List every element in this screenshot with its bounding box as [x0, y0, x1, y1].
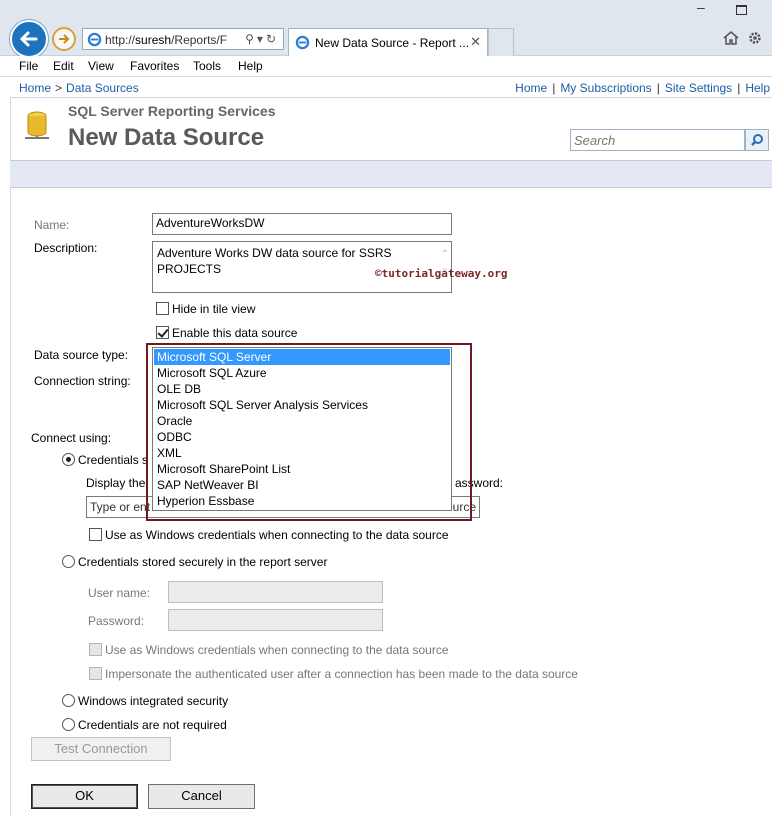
- cred-stored-radio[interactable]: [62, 555, 75, 568]
- menu-bar: File Edit View Favorites Tools Help: [0, 56, 772, 77]
- name-input[interactable]: AdventureWorksDW: [152, 213, 452, 235]
- windows-integrated-radio[interactable]: [62, 694, 75, 707]
- back-arrow-icon: [19, 31, 38, 47]
- use-windows-disabled-label: Use as Windows credentials when connecti…: [105, 643, 449, 657]
- menu-edit[interactable]: Edit: [53, 59, 74, 73]
- link-home[interactable]: Home: [515, 81, 547, 95]
- breadcrumb-bar: Home > Data Sources Home | My Subscriptions |…: [10, 78, 772, 98]
- search-icon[interactable]: ⚲: [245, 32, 257, 46]
- impersonate-label: Impersonate the authenticated user after…: [105, 667, 578, 681]
- link-my-subscriptions[interactable]: My Subscriptions: [560, 81, 651, 95]
- watermark: ©tutorialgateway.org: [375, 267, 508, 280]
- connect-using-label: Connect using:: [31, 431, 112, 445]
- menu-file[interactable]: File: [19, 59, 38, 73]
- data-source-type-label: Data source type:: [34, 348, 129, 362]
- address-bar[interactable]: http://suresh/Reports/F ⚲▾↻: [82, 28, 284, 50]
- password-input[interactable]: [168, 609, 383, 631]
- breadcrumb-home[interactable]: Home: [19, 81, 51, 95]
- not-required-radio[interactable]: [62, 718, 75, 731]
- url-text: http://suresh/Reports/F: [105, 33, 228, 47]
- link-site-settings[interactable]: Site Settings: [665, 81, 732, 95]
- forward-arrow-icon: [59, 34, 70, 44]
- maximize-icon[interactable]: [736, 5, 747, 15]
- hide-tile-checkbox[interactable]: [156, 302, 169, 315]
- minimize-icon[interactable]: –: [697, 0, 709, 14]
- left-rule: [10, 188, 11, 816]
- menu-help[interactable]: Help: [238, 59, 263, 73]
- name-label: Name:: [34, 218, 70, 232]
- password-label: Password:: [88, 614, 145, 628]
- toolbar-band: [10, 160, 772, 188]
- tab-title: New Data Source - Report ...: [315, 36, 470, 50]
- use-windows-checkbox[interactable]: [89, 528, 102, 541]
- menu-favorites[interactable]: Favorites: [130, 59, 179, 73]
- browser-chrome: http://suresh/Reports/F ⚲▾↻ New Data Sou…: [0, 0, 772, 58]
- top-links: Home | My Subscriptions | Site Settings | Help: [515, 81, 770, 95]
- cred-supplied-label: Credentials s: [78, 453, 149, 467]
- menu-view[interactable]: View: [88, 59, 114, 73]
- database-icon: [25, 111, 49, 139]
- ie-icon: [87, 32, 102, 47]
- cancel-button[interactable]: Cancel: [148, 784, 255, 809]
- search-button[interactable]: [745, 129, 769, 151]
- breadcrumb-separator: >: [55, 81, 63, 95]
- breadcrumb: Home > Data Sources: [19, 81, 139, 95]
- page-title: New Data Source: [68, 124, 265, 151]
- address-controls[interactable]: ⚲▾↻: [245, 32, 279, 46]
- test-connection-button[interactable]: Test Connection: [31, 737, 171, 761]
- cred-supplied-radio[interactable]: [62, 453, 75, 466]
- description-label: Description:: [34, 241, 98, 255]
- username-input[interactable]: [168, 581, 383, 603]
- ie-icon: [295, 35, 310, 50]
- not-required-label: Credentials are not required: [78, 718, 227, 732]
- menu-tools[interactable]: Tools: [193, 59, 221, 73]
- description-text: Adventure Works DW data source for SSRS …: [157, 246, 392, 276]
- search-input[interactable]: Search: [570, 129, 745, 151]
- connection-string-label: Connection string:: [34, 374, 131, 388]
- use-windows-label: Use as Windows credentials when connecti…: [105, 528, 449, 542]
- link-help[interactable]: Help: [745, 81, 770, 95]
- annotation-highlight-box: [146, 343, 472, 521]
- impersonate-checkbox[interactable]: [89, 667, 102, 680]
- enable-label: Enable this data source: [172, 326, 298, 340]
- prompt-text: Type or ent: [90, 500, 151, 514]
- hide-tile-label: Hide in tile view: [172, 302, 256, 316]
- home-icon[interactable]: [722, 30, 740, 46]
- chevron-down-icon[interactable]: ▾: [257, 32, 266, 46]
- back-button[interactable]: [10, 20, 48, 58]
- cred-stored-label: Credentials stored securely in the repor…: [78, 555, 328, 569]
- windows-integrated-label: Windows integrated security: [78, 694, 229, 708]
- use-windows-disabled-checkbox[interactable]: [89, 643, 102, 656]
- tab-new-data-source[interactable]: New Data Source - Report ... ✕: [288, 28, 488, 56]
- app-title: SQL Server Reporting Services: [68, 103, 276, 119]
- username-label: User name:: [88, 586, 151, 600]
- search-icon: [751, 134, 763, 146]
- breadcrumb-data-sources[interactable]: Data Sources: [66, 81, 139, 95]
- close-icon[interactable]: ✕: [470, 34, 481, 50]
- new-tab-button[interactable]: [488, 28, 514, 56]
- title-area: SQL Server Reporting Services New Data S…: [10, 98, 772, 160]
- forward-button[interactable]: [52, 27, 76, 51]
- display-text-label: Display the: [86, 476, 146, 490]
- refresh-icon[interactable]: ↻: [266, 32, 279, 46]
- ok-button[interactable]: OK: [31, 784, 138, 809]
- enable-checkbox[interactable]: [156, 326, 169, 339]
- gear-icon[interactable]: [747, 30, 763, 46]
